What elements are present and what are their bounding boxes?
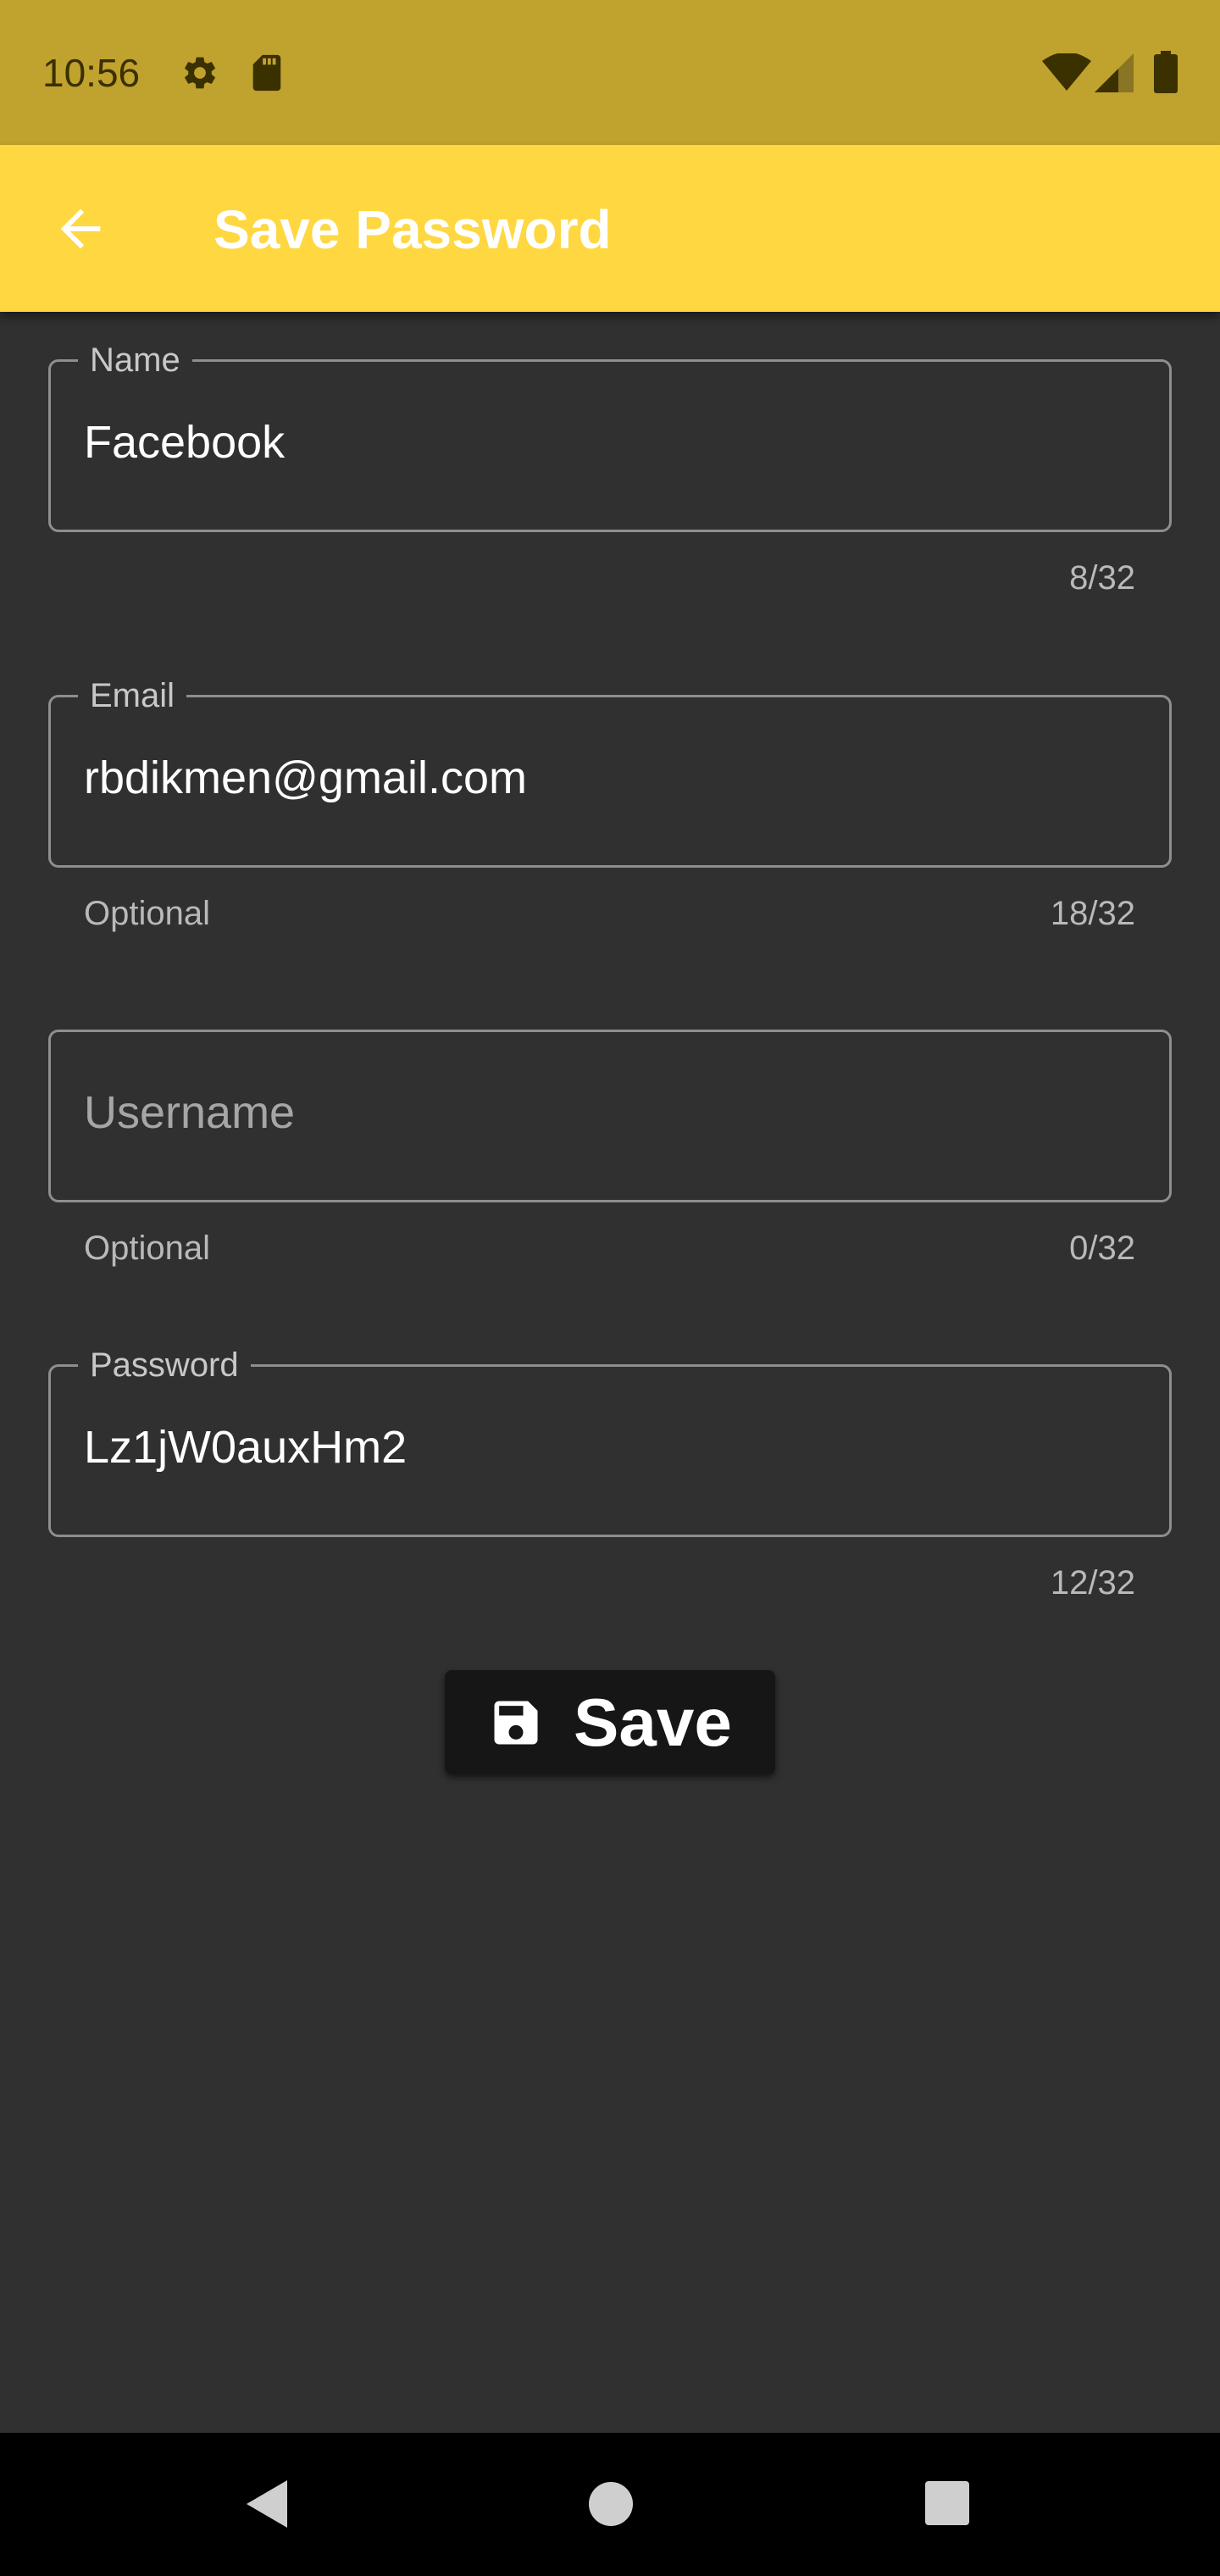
battery-icon <box>1154 51 1178 93</box>
wifi-icon <box>1042 53 1091 91</box>
gear-icon <box>185 57 215 89</box>
floppy-disk-icon <box>494 1701 538 1745</box>
username-helper: Optional <box>84 1230 210 1267</box>
nav-home-icon[interactable] <box>587 2480 635 2528</box>
cell-signal-icon <box>1095 53 1134 92</box>
status-bar: 10:56 <box>0 0 1220 145</box>
app-bar: Save Password <box>0 145 1220 312</box>
email-field-label: Email <box>78 675 187 716</box>
nav-recents-icon[interactable] <box>925 2481 969 2525</box>
password-field-label: Password <box>78 1345 251 1385</box>
password-counter: 12/32 <box>1050 1564 1135 1602</box>
email-input[interactable] <box>84 748 1134 808</box>
page-title: Save Password <box>214 199 612 260</box>
name-input[interactable] <box>84 413 1134 472</box>
email-counter: 18/32 <box>1050 895 1135 932</box>
status-time: 10:56 <box>42 51 141 95</box>
password-field[interactable]: Password <box>48 1345 1172 1537</box>
save-button-label: Save <box>574 1685 732 1760</box>
arrow-back-icon[interactable] <box>51 199 110 258</box>
password-input[interactable] <box>84 1418 1134 1477</box>
save-button[interactable]: Save <box>445 1670 775 1774</box>
sd-card-icon <box>252 54 281 92</box>
email-helper: Optional <box>84 895 210 932</box>
email-field[interactable]: Email <box>48 675 1172 868</box>
username-input[interactable] <box>84 1083 1134 1142</box>
name-field-label: Name <box>78 340 192 380</box>
name-field[interactable]: Name <box>48 340 1172 532</box>
navigation-bar <box>0 2433 1220 2576</box>
username-counter: 0/32 <box>1069 1230 1135 1267</box>
name-counter: 8/32 <box>1069 559 1135 597</box>
nav-back-icon[interactable] <box>241 2479 292 2529</box>
username-field[interactable] <box>48 1030 1172 1202</box>
